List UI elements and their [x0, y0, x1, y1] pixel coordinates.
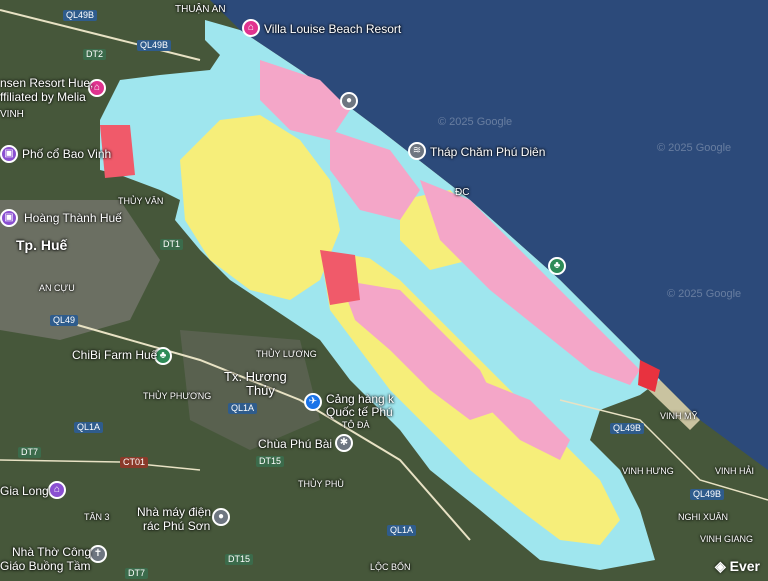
road-shield-ql49b: QL49B [137, 40, 172, 51]
place-pin-icon[interactable]: ● [212, 508, 230, 526]
church-pin-icon[interactable]: ✝ [89, 545, 107, 563]
watermark: © 2025 Google [667, 288, 742, 300]
temple-pin-icon[interactable]: ✱ [335, 434, 353, 452]
place-label[interactable]: Gia Long [0, 484, 49, 498]
airport-pin-icon[interactable]: ✈ [304, 393, 322, 411]
road-shield-dt7: DT7 [125, 568, 149, 579]
place-label[interactable]: ChiBi Farm Huế [72, 348, 157, 362]
place-pin-icon[interactable]: ● [340, 92, 358, 110]
road-shield-ql49b: QL49B [690, 489, 725, 500]
place-label[interactable]: Quốc tế Phú [326, 405, 393, 419]
place-label: TÂN 3 [84, 512, 110, 522]
landmark-pin-icon[interactable]: ▣ [0, 145, 18, 163]
road-shield-ql1a: QL1A [387, 525, 417, 536]
place-label: VINH [0, 109, 24, 120]
map-view[interactable]: © 2025 Google © 2025 Google © 2025 Googl… [0, 0, 768, 581]
landmark-pin-icon[interactable]: ≋ [408, 142, 426, 160]
place-label[interactable]: Tháp Chăm Phú Diên [430, 145, 545, 159]
road-shield-ql49: QL49 [50, 315, 79, 326]
road-shield-dt1: DT1 [160, 239, 184, 250]
place-label: THUẬN AN [175, 4, 226, 15]
road-shield-dt2: DT2 [83, 49, 107, 60]
road-shield-ct01: CT01 [120, 457, 149, 468]
landmark-pin-icon[interactable]: ⌂ [48, 481, 66, 499]
place-label[interactable]: Hoàng Thành Huế [24, 211, 122, 225]
road-shield-ql1a: QL1A [74, 422, 104, 433]
place-label[interactable]: rác Phú Sơn [143, 519, 210, 533]
road-shield-dt7: DT7 [18, 447, 42, 458]
place-label: VINH GIANG [700, 534, 754, 544]
town-label: Thủy [246, 383, 275, 398]
place-label[interactable]: Chùa Phú Bài [258, 437, 332, 451]
road-shield-ql1a: QL1A [228, 403, 258, 414]
hotel-pin-icon[interactable]: ⌂ [242, 19, 260, 37]
place-label[interactable]: Giáo Buồng Tầm [0, 559, 91, 573]
place-label[interactable]: Phố cổ Bao Vinh [22, 147, 111, 161]
park-pin-icon[interactable]: ♣ [548, 257, 566, 275]
place-label[interactable]: Nhà Thờ Công [12, 545, 91, 559]
place-label[interactable]: Nhà máy điện [137, 505, 211, 519]
brand-logo: ◈ Ever [714, 558, 760, 574]
place-label: VINH MỸ [660, 411, 698, 421]
place-label: VINH HƯNG [622, 466, 674, 476]
road-shield-dt15: DT15 [225, 554, 254, 565]
place-label[interactable]: Villa Louise Beach Resort [264, 22, 401, 36]
map-base [0, 0, 768, 581]
watermark: © 2025 Google [657, 142, 732, 154]
landmark-pin-icon[interactable]: ▣ [0, 209, 18, 227]
place-label: LỘC BỔN [370, 562, 411, 572]
place-label: THỦY PHƯƠNG [143, 391, 212, 401]
road-shield-dt15: DT15 [256, 456, 285, 467]
road-shield-ql49b: QL49B [63, 10, 98, 21]
place-label: VINH HẢI [715, 466, 755, 476]
place-label[interactable]: Cảng hàng k [326, 392, 394, 406]
place-label: TÔ ĐÀ [342, 420, 370, 430]
road-shield-ql49b: QL49B [610, 423, 645, 434]
place-label[interactable]: ffiliated by Melia [0, 90, 86, 104]
place-label[interactable]: nsen Resort Hue, [0, 76, 93, 90]
place-label: THỦY PHÙ [298, 479, 344, 489]
watermark: © 2025 Google [438, 116, 513, 128]
place-label: THỦY LƯƠNG [256, 349, 317, 359]
place-label: THỦY VÂN [118, 196, 164, 206]
town-label: Tx. Hương [224, 369, 287, 384]
place-label: AN CỰU [39, 283, 75, 293]
city-label: Tp. Huế [16, 237, 68, 253]
place-label: NGHI XUÂN [678, 512, 729, 522]
place-label: ĐC [455, 187, 470, 198]
